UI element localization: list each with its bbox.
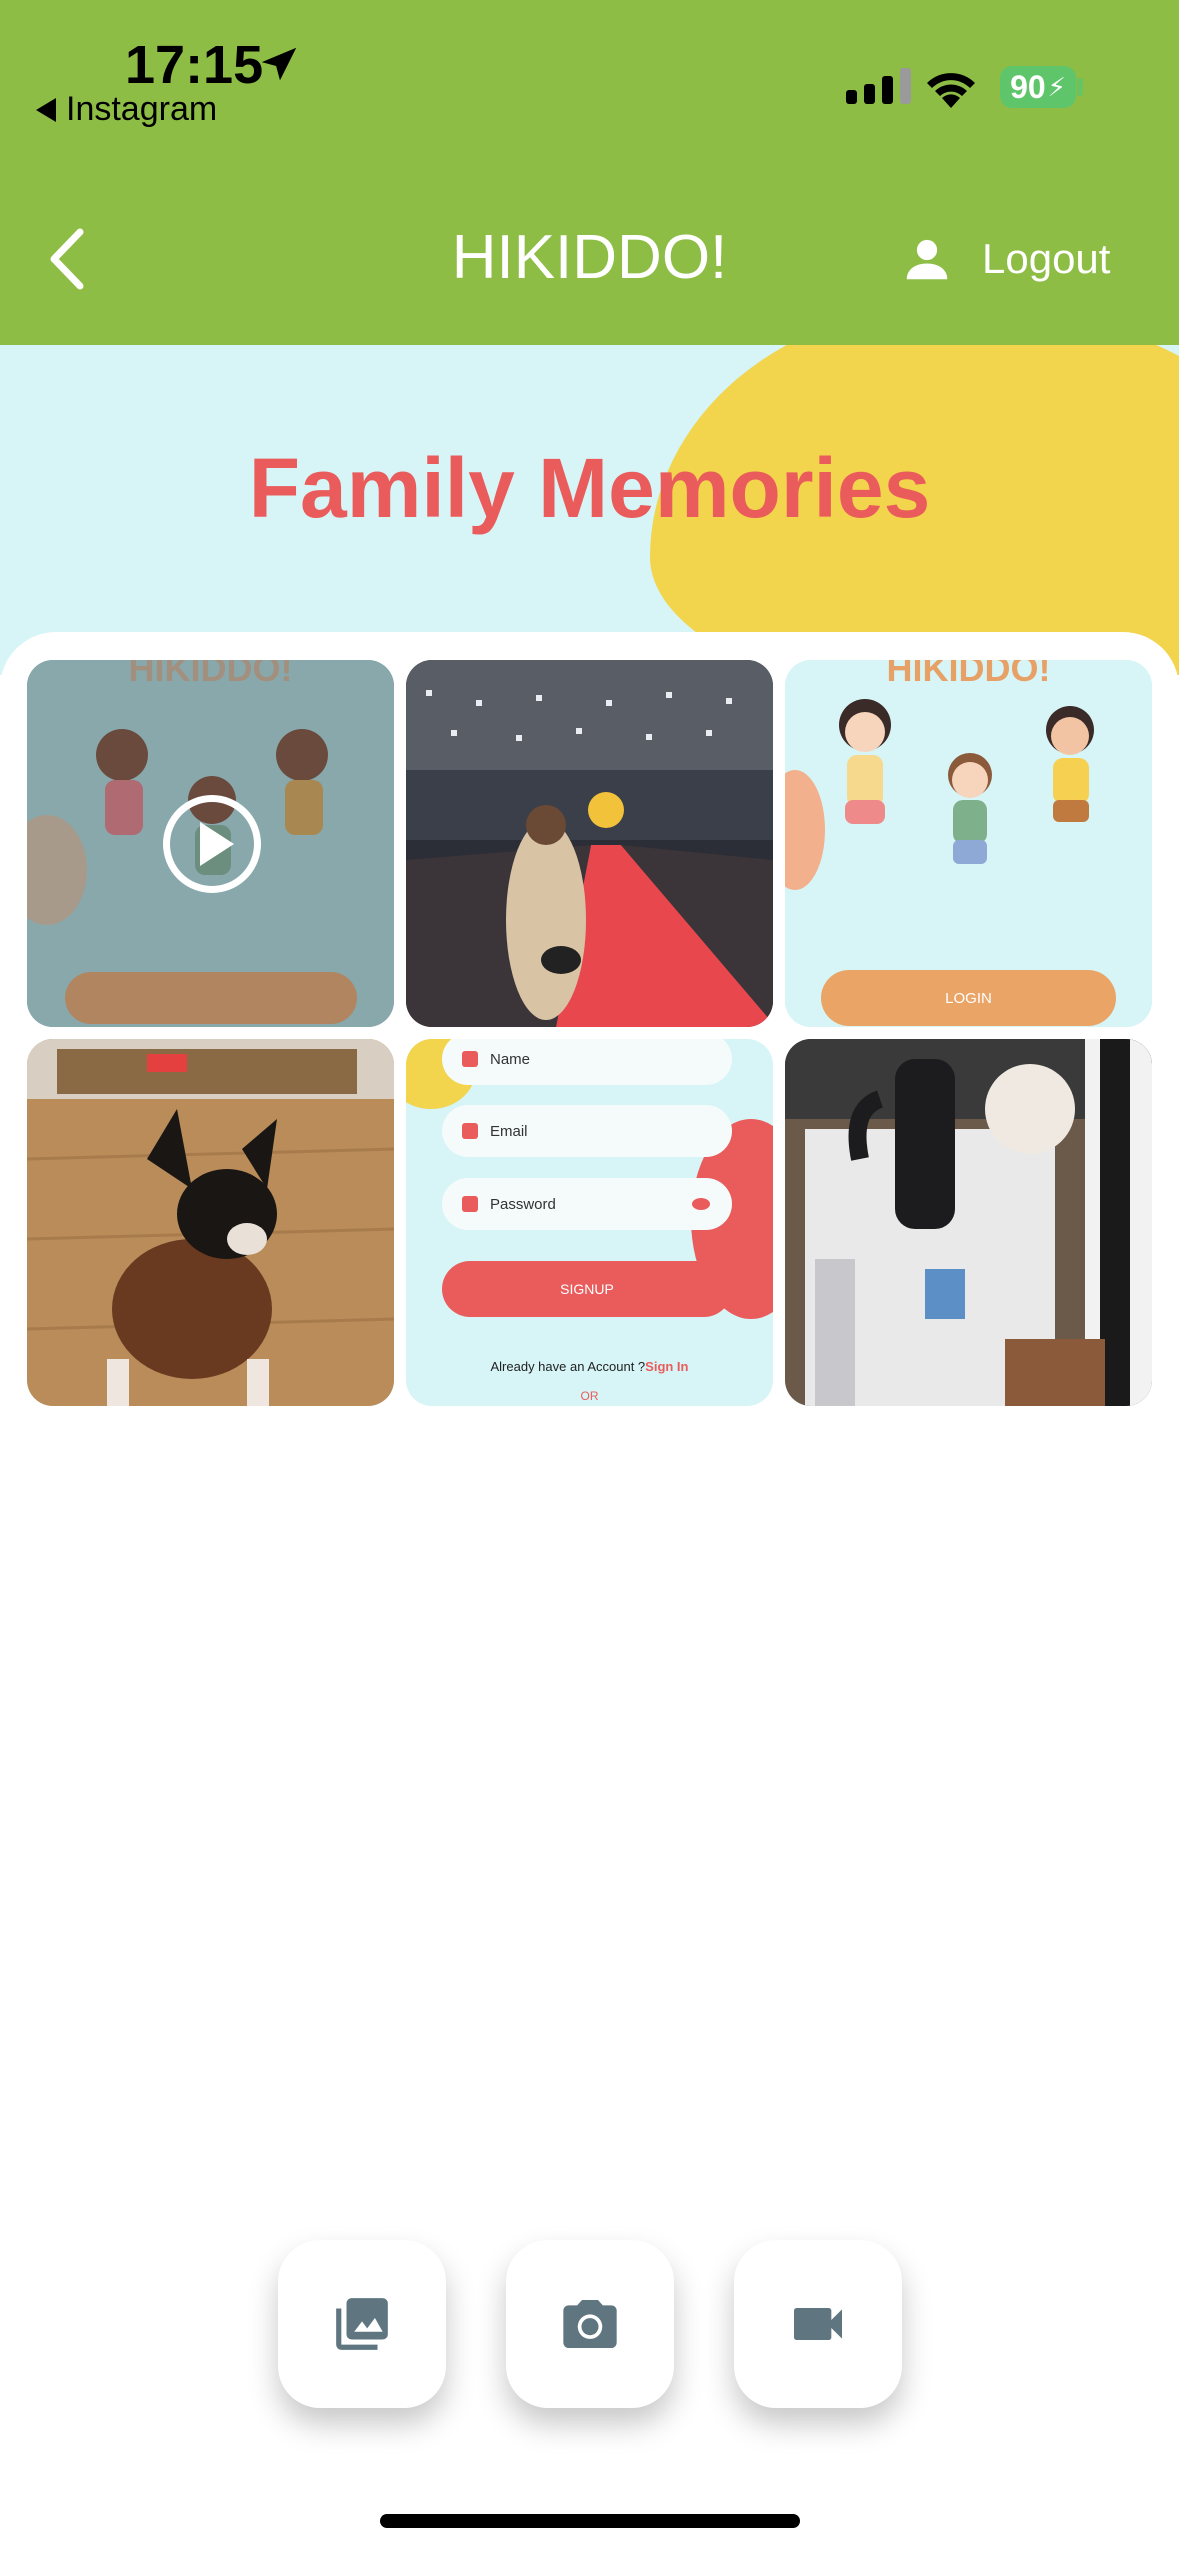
videocam-icon: [794, 2308, 842, 2340]
camera-icon: [563, 2300, 617, 2348]
photo-library-icon: [336, 2298, 388, 2350]
media-grid: HIKIDDO! HIKIDDO! LOGIN Name Email Passw…: [27, 660, 1152, 1406]
desk-photo: [785, 1039, 1152, 1406]
field-label: Name: [490, 1050, 531, 1068]
gallery-item-photo[interactable]: [785, 1039, 1152, 1406]
tile-logo-text: HIKIDDO!: [128, 660, 293, 689]
gallery-item-video[interactable]: HIKIDDO!: [27, 660, 394, 1027]
location-arrow-icon: [261, 47, 297, 81]
tile-name-field: Name: [442, 1039, 732, 1085]
gallery-item-photo[interactable]: [406, 660, 773, 1027]
wifi-icon: [927, 73, 975, 108]
already-label: Already have an Account ?: [490, 1359, 646, 1374]
back-app-label: Instagram: [66, 90, 218, 128]
cellular-signal-icon: [846, 68, 911, 104]
gallery-item-screenshot[interactable]: HIKIDDO! LOGIN: [785, 660, 1152, 1027]
dog-photo: [27, 1039, 394, 1406]
page-heading: Family Memories: [248, 441, 931, 535]
video-button[interactable]: [734, 2240, 902, 2408]
back-to-app-link[interactable]: Instagram: [36, 90, 217, 129]
play-icon[interactable]: [163, 795, 261, 893]
eye-icon: [692, 1198, 710, 1210]
gallery-item-photo[interactable]: [27, 1039, 394, 1406]
status-bar: 17:15 Instagram 90 ⚡: [0, 0, 1179, 180]
logout-button[interactable]: Logout: [900, 232, 1110, 286]
person-icon: [906, 239, 948, 280]
gallery-item-screenshot[interactable]: Name Email Password SIGNUP Already have …: [406, 1039, 773, 1406]
battery-tip: [1077, 78, 1083, 96]
field-label: Email: [490, 1122, 528, 1140]
tile-logo-text: HIKIDDO!: [886, 660, 1051, 689]
home-indicator[interactable]: [380, 2514, 800, 2528]
hero-banner: Family Memories: [0, 345, 1179, 675]
tile-or-text: OR: [580, 1389, 599, 1403]
lock-icon: [462, 1196, 478, 1212]
tile-already-text: Already have an Account ?Sign In: [406, 1359, 773, 1374]
tile-signup-button: SIGNUP: [442, 1261, 732, 1317]
gallery-button[interactable]: [278, 2240, 446, 2408]
expo-photo: [406, 660, 773, 1027]
logout-label: Logout: [982, 235, 1111, 282]
mail-icon: [462, 1123, 478, 1139]
tile-password-field: Password: [442, 1178, 732, 1230]
status-time: 17:15: [125, 35, 264, 95]
sign-in-link-text: Sign In: [645, 1359, 689, 1374]
person-icon: [462, 1051, 478, 1067]
tile-email-field: Email: [442, 1105, 732, 1157]
charging-bolt-icon: ⚡: [1047, 71, 1066, 102]
tile-login-button: LOGIN: [821, 970, 1116, 1026]
battery-level: 90: [1010, 68, 1046, 105]
battery-indicator: 90 ⚡: [1000, 66, 1076, 108]
back-triangle-icon: [36, 97, 56, 122]
field-label: Password: [490, 1195, 556, 1213]
camera-button[interactable]: [506, 2240, 674, 2408]
